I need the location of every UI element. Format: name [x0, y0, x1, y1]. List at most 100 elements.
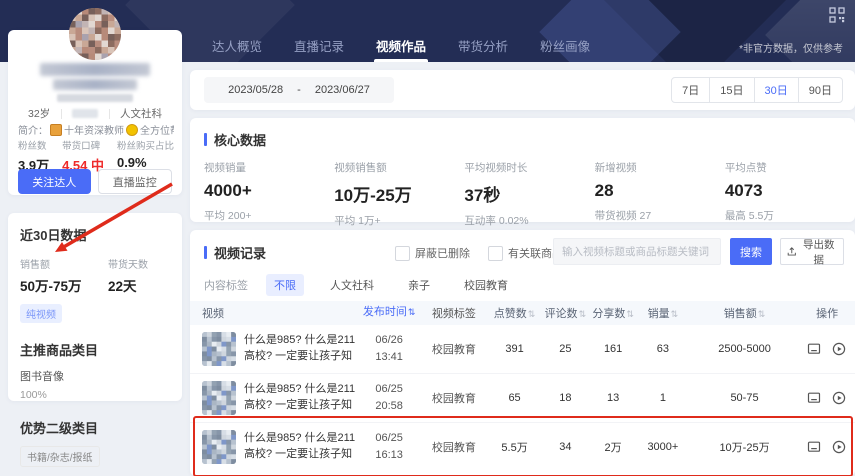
- publish-time: 16:13: [359, 447, 419, 464]
- intro-text-1: 十年资深教师: [64, 122, 124, 137]
- qr-code-icon[interactable]: [829, 7, 845, 23]
- metric-sub: 最高 5.5万: [725, 208, 855, 223]
- play-icon[interactable]: [832, 391, 847, 406]
- divider: [61, 109, 62, 119]
- recent-30d-stats: 销售额 50万-75万 带货天数 22天: [20, 256, 170, 295]
- checkbox-box[interactable]: [395, 246, 410, 261]
- metric-sub: 带货视频 27: [595, 208, 725, 223]
- publish-date-cell: 06/2520:58: [359, 381, 419, 415]
- sort-icon[interactable]: ⇅: [528, 309, 536, 319]
- column-header-销量[interactable]: 销量⇅: [636, 305, 690, 321]
- content-tag-filter: 内容标签 不限人文社科亲子校园教育: [190, 272, 855, 298]
- revenue-cell: 50-75: [690, 392, 800, 404]
- intro-row: 简介： 十年资深教师 全方位帮...: [18, 122, 174, 137]
- tab-达人概览[interactable]: 达人概览: [204, 28, 270, 62]
- records-title-text: 视频记录: [214, 243, 266, 262]
- date-range-picker[interactable]: 2023/05/28 - 2023/06/27: [204, 77, 394, 103]
- publish-time: 13:41: [359, 349, 419, 366]
- tag-pill-校园教育[interactable]: 校园教育: [456, 274, 516, 296]
- column-header-分享数[interactable]: 分享数⇅: [590, 305, 636, 321]
- video-search-input[interactable]: [553, 238, 721, 265]
- video-thumbnail[interactable]: [202, 332, 236, 366]
- play-icon[interactable]: [832, 342, 847, 357]
- sort-icon[interactable]: ⇅: [671, 309, 679, 319]
- metric-value: 28: [595, 181, 725, 201]
- period-button-30日[interactable]: 30日: [754, 77, 799, 103]
- days-value: 22天: [108, 275, 148, 295]
- date-end: 2023/06/27: [315, 84, 370, 96]
- subcategory-title: 优势二级类目: [20, 418, 170, 437]
- likes-cell: 5.5万: [489, 439, 541, 455]
- comments-cell: 18: [540, 392, 590, 404]
- core-metric: 平均点赞4073最高 5.5万: [725, 160, 855, 228]
- video-title: 什么是985? 什么是211高校? 一定要让孩子知道#...: [244, 382, 359, 414]
- metric-label: 平均点赞: [725, 160, 855, 175]
- column-header-评论数[interactable]: 评论数⇅: [540, 305, 590, 321]
- shares-cell: 2万: [590, 439, 636, 455]
- detail-icon[interactable]: [807, 342, 822, 357]
- export-icon: [787, 246, 797, 257]
- tab-直播记录[interactable]: 直播记录: [286, 28, 352, 62]
- ops-cell: [799, 342, 855, 357]
- recent-30d-card: 近30日数据 销售额 50万-75万 带货天数 22天 纯视频 主推商品类目 图…: [8, 213, 182, 401]
- page: *非官方数据，仅供参考 达人概览直播记录视频作品带货分析粉丝画像 32岁 人文社…: [0, 0, 855, 476]
- metric-value: 37秒: [464, 181, 594, 206]
- core-data-card: 核心数据 视频销量4000+平均 200+视频销售额10万-25万平均 1万+平…: [190, 118, 855, 222]
- period-button-7日[interactable]: 7日: [671, 77, 710, 103]
- tag-pill-亲子[interactable]: 亲子: [400, 274, 438, 296]
- column-header-销售额[interactable]: 销售额⇅: [690, 305, 800, 321]
- table-row[interactable]: 什么是985? 什么是211高校? 一定要让孩子知道#...06/2520:58…: [190, 373, 855, 422]
- checkbox-has-linked-product[interactable]: 有关联商品: [488, 245, 563, 261]
- publish-date: 06/26: [359, 332, 419, 349]
- video-thumbnail[interactable]: [202, 430, 236, 464]
- publish-date: 06/25: [359, 430, 419, 447]
- search-button[interactable]: 搜索: [730, 238, 772, 265]
- export-data-button[interactable]: 导出数据: [780, 238, 844, 265]
- sort-icon[interactable]: ⇅: [758, 309, 766, 319]
- column-header-点赞数[interactable]: 点赞数⇅: [489, 305, 541, 321]
- sort-icon[interactable]: ⇅: [626, 309, 634, 319]
- sort-icon[interactable]: ⇅: [579, 309, 587, 319]
- export-label: 导出数据: [801, 237, 837, 267]
- blurred-name: [53, 79, 137, 90]
- period-button-90日[interactable]: 90日: [798, 77, 843, 103]
- tab-粉丝画像[interactable]: 粉丝画像: [532, 28, 598, 62]
- follow-button[interactable]: 关注达人: [18, 169, 91, 194]
- tab-带货分析[interactable]: 带货分析: [450, 28, 516, 62]
- content-tag-label: 内容标签: [204, 277, 248, 293]
- sort-icon[interactable]: ⇅: [408, 307, 416, 317]
- column-header-label: 销量: [648, 308, 670, 320]
- metric-sub: 平均 1万+: [334, 213, 464, 228]
- publish-date: 06/25: [359, 381, 419, 398]
- video-thumbnail[interactable]: [202, 381, 236, 415]
- metric-sub: 平均 200+: [204, 208, 334, 223]
- date-filter-card: 2023/05/28 - 2023/06/27 7日15日30日90日: [190, 70, 855, 110]
- live-monitor-button[interactable]: 直播监控: [98, 169, 173, 194]
- pure-video-tag: 纯视频: [20, 304, 62, 323]
- tab-视频作品[interactable]: 视频作品: [368, 28, 434, 62]
- column-header-发布时间[interactable]: 发布时间⇅: [359, 304, 419, 321]
- profile-card: 32岁 人文社科 简介： 十年资深教师 全方位帮... 粉丝数3.9万带货口碑4…: [8, 30, 182, 195]
- checkbox-box[interactable]: [488, 246, 503, 261]
- play-icon[interactable]: [832, 440, 847, 455]
- detail-icon[interactable]: [807, 440, 822, 455]
- tag-pill-不限[interactable]: 不限: [266, 274, 304, 296]
- sales-cell: 3000+: [636, 441, 690, 453]
- tag-pill-人文社科[interactable]: 人文社科: [322, 274, 382, 296]
- publish-date-cell: 06/2516:13: [359, 430, 419, 464]
- sales-label: 销售额: [20, 256, 108, 271]
- shares-cell: 161: [590, 343, 636, 355]
- table-row[interactable]: 什么是985? 什么是211高校? 一定要让孩子知道#...06/2613:41…: [190, 325, 855, 373]
- main-category-percent: 100%: [20, 389, 170, 401]
- checkbox-hide-deleted[interactable]: 屏蔽已删除: [395, 245, 470, 261]
- column-header-操作: 操作: [799, 305, 855, 321]
- likes-cell: 65: [489, 392, 541, 404]
- profile-buttons: 关注达人 直播监控: [18, 169, 172, 194]
- medal-emoji-icon: [126, 124, 138, 136]
- detail-icon[interactable]: [807, 391, 822, 406]
- core-data-title-text: 核心数据: [214, 130, 266, 149]
- category-label: 人文社科: [120, 106, 162, 121]
- video-cell: 什么是985? 什么是211高校? 一定要让孩子知道#...: [202, 332, 359, 366]
- table-row[interactable]: 什么是985? 什么是211高校? 一定要让孩子知道#...06/2516:13…: [190, 422, 855, 471]
- period-button-15日[interactable]: 15日: [709, 77, 754, 103]
